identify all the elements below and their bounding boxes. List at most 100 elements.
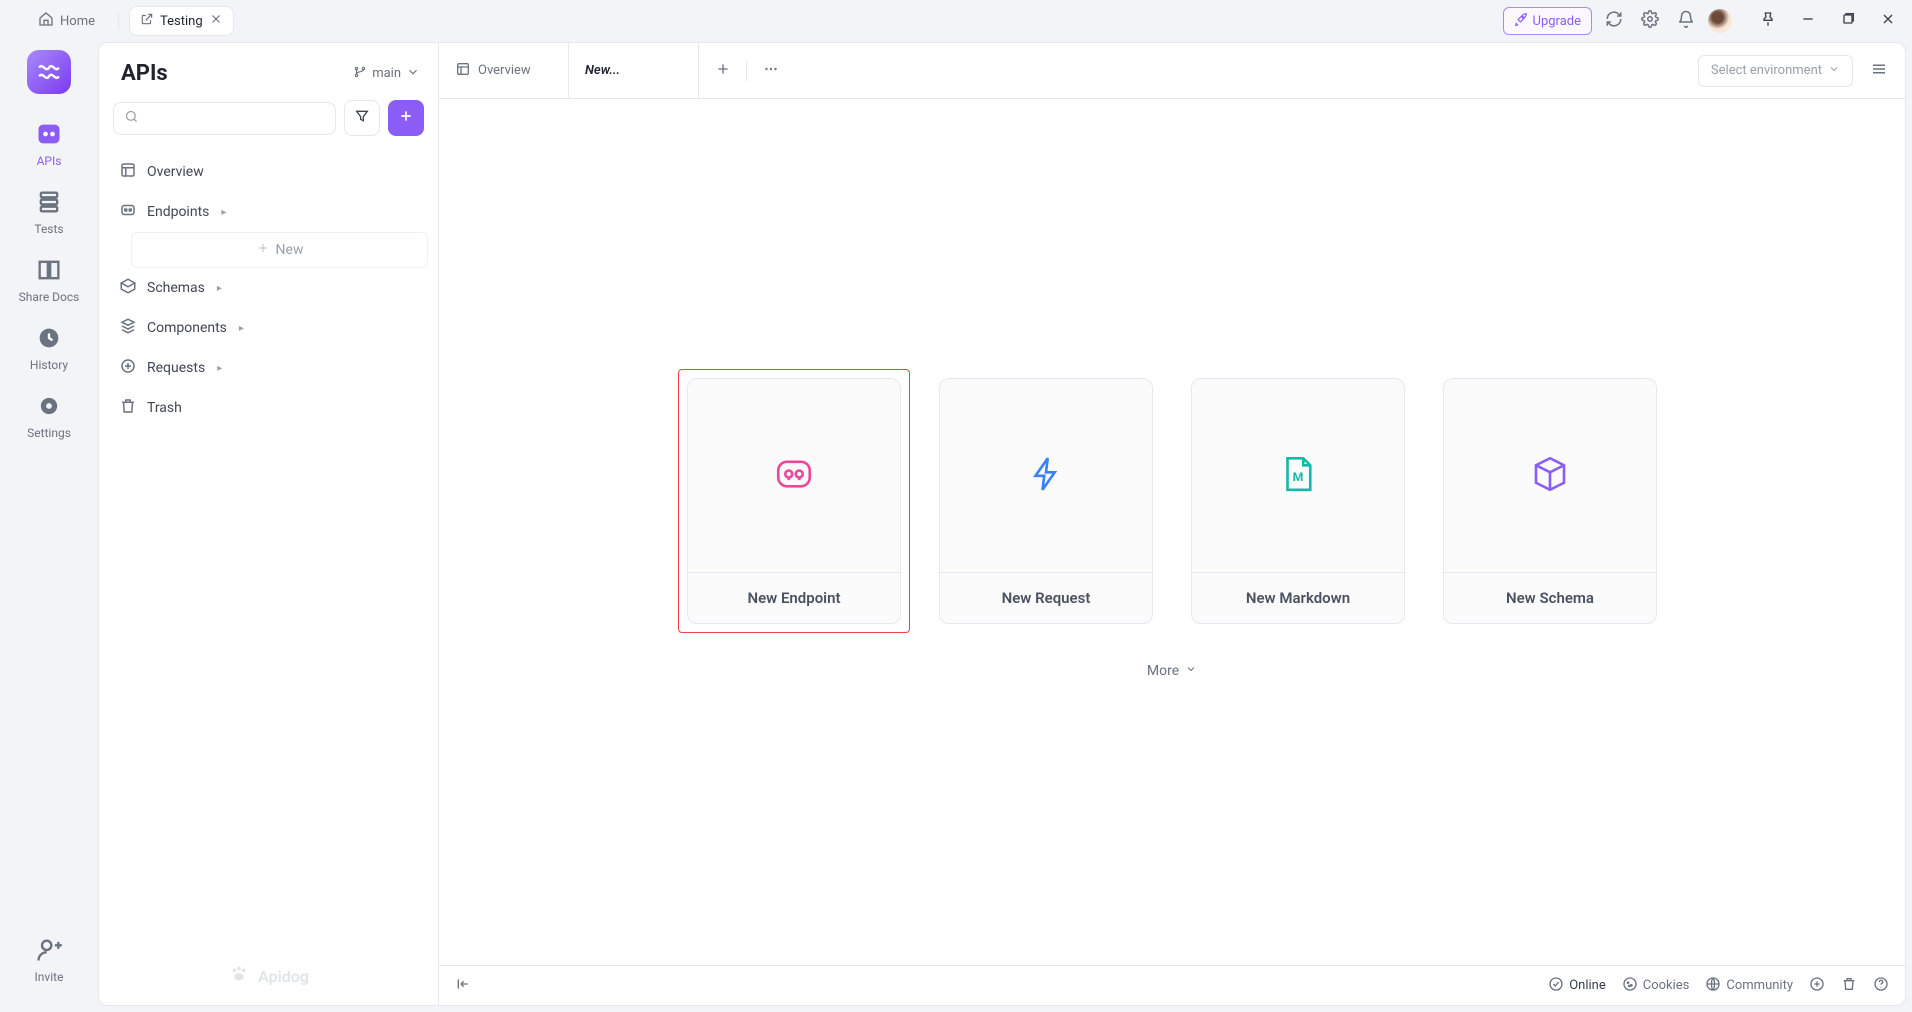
card-frame: New Request — [930, 369, 1162, 633]
user-avatar[interactable] — [1708, 9, 1732, 33]
card-frame: M New Markdown — [1182, 369, 1414, 633]
cube-icon — [1529, 453, 1571, 499]
status-cookies[interactable]: Cookies — [1622, 976, 1690, 996]
card-frame: New Schema — [1434, 369, 1666, 633]
share-docs-icon — [35, 256, 63, 284]
search-input[interactable] — [145, 110, 325, 127]
status-community-label: Community — [1726, 978, 1793, 993]
minimize-button[interactable] — [1794, 7, 1822, 35]
plus-icon — [398, 108, 414, 128]
pin-button[interactable] — [1754, 7, 1782, 35]
filter-button[interactable] — [344, 100, 380, 136]
tree-overview[interactable]: Overview — [109, 152, 428, 192]
status-online[interactable]: Online — [1548, 976, 1606, 996]
branch-label: main — [372, 66, 401, 81]
settings-nav-icon — [35, 392, 63, 420]
environment-select[interactable]: Select environment — [1698, 55, 1853, 87]
refresh-button[interactable] — [1600, 7, 1628, 35]
refresh-icon — [1605, 10, 1623, 32]
globe-icon — [1705, 976, 1721, 996]
card-new-markdown[interactable]: M New Markdown — [1191, 378, 1405, 624]
add-button[interactable] — [388, 100, 424, 136]
nav-history[interactable]: History — [30, 324, 68, 372]
close-icon — [1880, 11, 1896, 31]
footer-trash-button[interactable] — [1841, 976, 1857, 996]
nav-tests-label: Tests — [34, 222, 63, 236]
components-icon — [119, 317, 137, 339]
plus-icon — [715, 61, 731, 81]
main-tabs: Overview New... Select environment — [439, 43, 1905, 99]
status-community[interactable]: Community — [1705, 976, 1793, 996]
footer-help-button[interactable] — [1873, 976, 1889, 996]
caret-icon: ▸ — [217, 363, 222, 374]
tree-endpoints[interactable]: Endpoints ▸ — [109, 192, 428, 232]
nav-invite[interactable]: Invite — [35, 936, 64, 984]
caret-icon: ▸ — [217, 283, 222, 294]
search-input-wrapper[interactable] — [113, 102, 336, 135]
external-link-icon — [140, 12, 154, 30]
settings-button[interactable] — [1636, 7, 1664, 35]
pin-icon — [1760, 11, 1776, 31]
caret-icon: ▸ — [221, 207, 226, 218]
card-new-endpoint[interactable]: New Endpoint — [687, 378, 901, 624]
sidebar-title: APIs — [121, 61, 168, 86]
tab-menu-button[interactable] — [747, 60, 795, 82]
tree-trash[interactable]: Trash — [109, 388, 428, 428]
project-tab[interactable]: Testing — [129, 6, 234, 36]
tree-schemas[interactable]: Schemas ▸ — [109, 268, 428, 308]
footer-add-button[interactable] — [1809, 976, 1825, 996]
status-cookies-label: Cookies — [1643, 978, 1690, 993]
branch-picker[interactable]: main — [353, 65, 420, 83]
sidebar: APIs main — [99, 43, 439, 1005]
tree-components[interactable]: Components ▸ — [109, 308, 428, 348]
filter-icon — [354, 108, 370, 128]
workbench: APIs main — [98, 42, 1906, 1006]
panel-toggle-button[interactable] — [1865, 57, 1893, 85]
nav-settings[interactable]: Settings — [27, 392, 71, 440]
maximize-icon — [1840, 11, 1856, 31]
caret-icon: ▸ — [239, 323, 244, 334]
brand-label: Apidog — [258, 967, 309, 986]
endpoints-icon — [119, 201, 137, 223]
tree-new-placeholder[interactable]: New — [131, 232, 428, 268]
home-tab[interactable]: Home — [28, 5, 105, 37]
close-window-button[interactable] — [1874, 7, 1902, 35]
app-logo[interactable] — [27, 50, 71, 94]
tab-overview-label: Overview — [478, 63, 531, 78]
nav-tests[interactable]: Tests — [34, 188, 63, 236]
tab-new-label: New... — [585, 63, 620, 78]
main-area: Overview New... Select environment — [439, 43, 1905, 1005]
tests-icon — [35, 188, 63, 216]
new-tab-button[interactable] — [699, 61, 747, 81]
maximize-button[interactable] — [1834, 7, 1862, 35]
nav-rail: APIs Tests Share Docs History Settings I… — [0, 42, 98, 1012]
brand-paw-icon — [228, 963, 250, 989]
tree-new-label: New — [276, 242, 304, 258]
upgrade-button[interactable]: Upgrade — [1503, 7, 1592, 35]
nav-settings-label: Settings — [27, 426, 71, 440]
collapse-icon — [455, 981, 471, 996]
gear-icon — [1641, 10, 1659, 32]
requests-icon — [119, 357, 137, 379]
card-new-schema[interactable]: New Schema — [1443, 378, 1657, 624]
nav-apis[interactable]: APIs — [35, 120, 63, 168]
tree-requests[interactable]: Requests ▸ — [109, 348, 428, 388]
plus-circle-icon — [1809, 976, 1825, 996]
card-new-request[interactable]: New Request — [939, 378, 1153, 624]
trash-small-icon — [1841, 976, 1857, 996]
tab-overview[interactable]: Overview — [439, 43, 569, 98]
notifications-button[interactable] — [1672, 7, 1700, 35]
close-tab-icon[interactable] — [209, 12, 223, 30]
nav-share-docs[interactable]: Share Docs — [19, 256, 80, 304]
statusbar: Online Cookies Community — [439, 965, 1905, 1005]
tree-components-label: Components — [147, 320, 227, 336]
svg-text:M: M — [1293, 470, 1304, 484]
more-button[interactable]: More — [439, 663, 1905, 679]
minimize-icon — [1800, 11, 1816, 31]
branch-icon — [353, 65, 367, 83]
tree-requests-label: Requests — [147, 360, 205, 376]
schemas-icon — [119, 277, 137, 299]
tab-new[interactable]: New... — [569, 43, 699, 98]
collapse-sidebar-button[interactable] — [455, 976, 471, 996]
invite-icon — [35, 936, 63, 964]
